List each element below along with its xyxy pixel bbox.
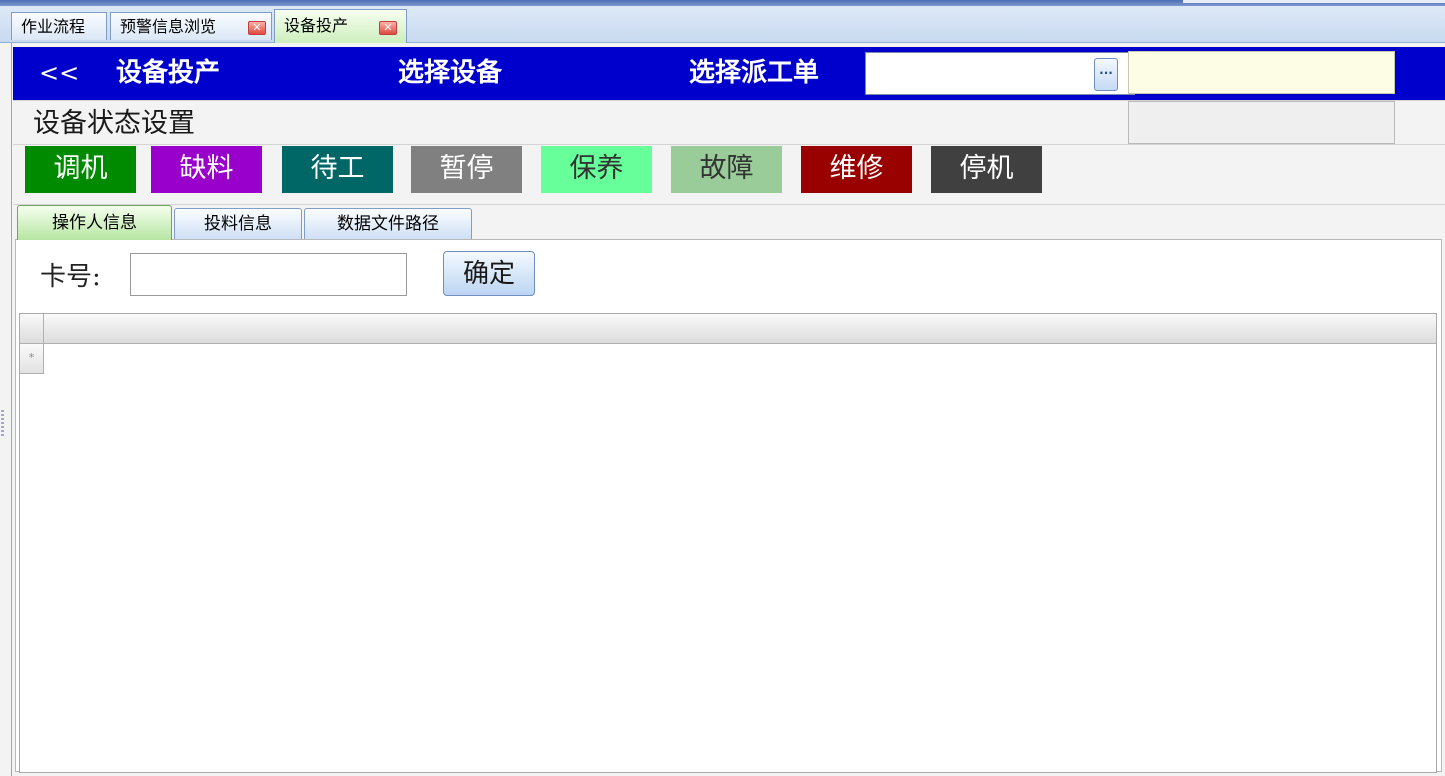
- splitter-grip-icon[interactable]: [1, 410, 4, 438]
- state-button-maintenance[interactable]: 保养: [541, 146, 652, 193]
- card-number-label: 卡号:: [40, 262, 101, 292]
- grid-new-row-marker[interactable]: *: [20, 344, 44, 374]
- tab-operator-info[interactable]: 操作人信息: [17, 205, 172, 240]
- state-button-fault[interactable]: 故障: [671, 146, 782, 193]
- doc-tab-label: 作业流程: [21, 17, 86, 36]
- grid-header-row: [44, 314, 1436, 344]
- state-button-shutdown[interactable]: 停机: [931, 146, 1042, 193]
- status-display-box: [1128, 101, 1395, 144]
- confirm-button[interactable]: 确定: [443, 251, 535, 296]
- data-grid[interactable]: *: [19, 313, 1437, 773]
- tab-feeding-info[interactable]: 投料信息: [174, 208, 302, 239]
- divider: [13, 144, 1445, 145]
- window-top-notch: [1183, 0, 1445, 3]
- info-display-box: [1128, 51, 1395, 94]
- page-title: 设备投产: [116, 58, 221, 88]
- select-order-label: 选择派工单: [689, 58, 820, 88]
- doc-tab-workflow[interactable]: 作业流程: [11, 12, 107, 40]
- close-icon[interactable]: ✕: [248, 21, 266, 35]
- ellipsis-icon[interactable]: ···: [1094, 58, 1118, 91]
- tab-data-file-path[interactable]: 数据文件路径: [304, 208, 472, 239]
- doc-tab-device-production[interactable]: 设备投产 ✕: [274, 9, 407, 43]
- doc-tab-label: 设备投产: [284, 16, 349, 35]
- state-button-material-shortage[interactable]: 缺料: [151, 146, 262, 193]
- document-tab-strip: 作业流程 预警信息浏览 ✕ 设备投产 ✕: [0, 6, 1445, 43]
- state-button-tuning[interactable]: 调机: [25, 146, 136, 193]
- card-number-input[interactable]: [130, 253, 407, 296]
- doc-tab-label: 预警信息浏览: [120, 17, 217, 36]
- divider: [13, 204, 1445, 205]
- select-device-button[interactable]: 选择设备: [398, 47, 502, 100]
- grid-select-all-corner[interactable]: [20, 314, 44, 344]
- state-button-pause[interactable]: 暂停: [411, 146, 522, 193]
- doc-tab-alert-browse[interactable]: 预警信息浏览 ✕: [110, 12, 272, 40]
- back-button[interactable]: <<: [39, 47, 79, 100]
- close-icon[interactable]: ✕: [379, 21, 397, 35]
- state-button-waiting[interactable]: 待工: [282, 146, 393, 193]
- state-button-repair[interactable]: 维修: [801, 146, 912, 193]
- status-section-title: 设备状态设置: [33, 108, 195, 139]
